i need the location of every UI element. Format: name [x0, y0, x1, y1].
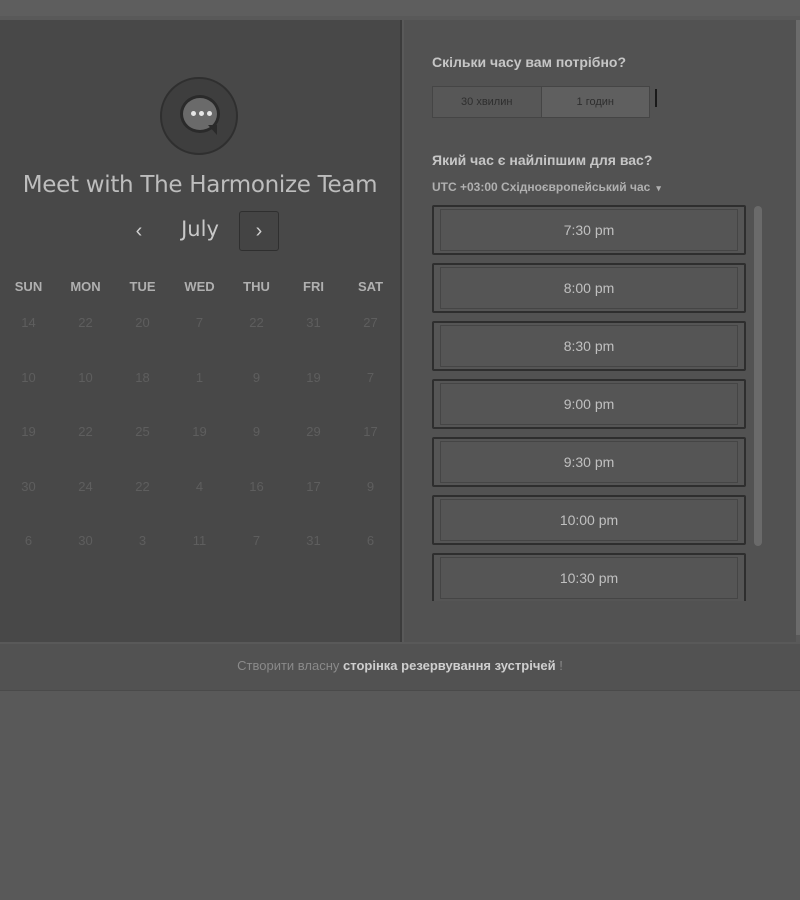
- calendar-day[interactable]: 9: [228, 370, 285, 425]
- month-label: July: [181, 217, 219, 241]
- timezone-selector[interactable]: UTC +03:00 Східноєвропейський час ▾: [432, 180, 661, 194]
- footer-suffix: !: [559, 658, 563, 673]
- time-slot-label: 7:30 pm: [563, 222, 615, 238]
- time-slot-button[interactable]: 10:30 pm: [432, 553, 746, 601]
- time-slot-list: 7:30 pm 8:00 pm 8:30 pm 9:00 pm 9:30 pm 10:00…: [432, 205, 758, 601]
- team-logo: [160, 77, 238, 155]
- calendar-day[interactable]: 6: [342, 533, 399, 588]
- footer-prefix: Створити власну: [237, 658, 340, 673]
- calendar-day[interactable]: 31: [285, 533, 342, 588]
- timezone-label: UTC +03:00 Східноєвропейський час: [432, 180, 651, 194]
- time-slot-label: 8:30 pm: [563, 338, 615, 354]
- calendar-day[interactable]: 11: [171, 533, 228, 588]
- calendar-day[interactable]: 22: [57, 315, 114, 370]
- time-question: Який час є найліпшим для вас?: [432, 152, 653, 168]
- time-slot-label: 9:00 pm: [563, 396, 615, 412]
- window-scroll-edge: [796, 20, 800, 635]
- next-month-button[interactable]: ›: [239, 211, 279, 251]
- time-slot-button[interactable]: 7:30 pm: [432, 205, 746, 255]
- calendar-day[interactable]: 19: [171, 424, 228, 479]
- time-slot-button[interactable]: 8:30 pm: [432, 321, 746, 371]
- calendar-day[interactable]: 7: [342, 370, 399, 425]
- time-slot-button[interactable]: 9:30 pm: [432, 437, 746, 487]
- calendar-day[interactable]: 22: [57, 424, 114, 479]
- calendar-day[interactable]: 6: [0, 533, 57, 588]
- calendar-day[interactable]: 29: [285, 424, 342, 479]
- calendar-day[interactable]: 16: [228, 479, 285, 534]
- text-cursor: [655, 89, 657, 107]
- calendar-day[interactable]: 7: [228, 533, 285, 588]
- calendar-day[interactable]: 9: [342, 479, 399, 534]
- slot-list-scrollbar[interactable]: [754, 206, 762, 546]
- time-slot-label: 10:00 pm: [559, 512, 619, 528]
- booking-page-link[interactable]: сторінка резервування зустрічей: [343, 658, 556, 673]
- weekday-label: SUN: [14, 279, 43, 294]
- prev-month-button[interactable]: ‹: [128, 216, 150, 246]
- calendar-day[interactable]: 18: [114, 370, 171, 425]
- calendar-day[interactable]: 17: [285, 479, 342, 534]
- calendar-day[interactable]: 10: [57, 370, 114, 425]
- calendar-day[interactable]: 4: [171, 479, 228, 534]
- calendar-day[interactable]: 31: [285, 315, 342, 370]
- calendar-day[interactable]: 20: [114, 315, 171, 370]
- calendar-day[interactable]: 24: [57, 479, 114, 534]
- calendar-day[interactable]: 3: [114, 533, 171, 588]
- time-slot-label: 8:00 pm: [563, 280, 615, 296]
- calendar-grid: 14 22 20 7 22 31 27 10 10 18 1 9 19 7 19 22 25 19 9 29 17 30 2…: [0, 315, 400, 588]
- time-slot-button[interactable]: 10:00 pm: [432, 495, 746, 545]
- duration-option-1hour[interactable]: 1 годин: [541, 87, 649, 117]
- time-slot-button[interactable]: 9:00 pm: [432, 379, 746, 429]
- calendar-day[interactable]: 1: [171, 370, 228, 425]
- page-title: Meet with The Harmonize Team: [22, 172, 378, 198]
- calendar-day[interactable]: 17: [342, 424, 399, 479]
- duration-question: Скільки часу вам потрібно?: [432, 54, 627, 70]
- calendar-day[interactable]: 30: [0, 479, 57, 534]
- calendar-day[interactable]: 14: [0, 315, 57, 370]
- calendar-day[interactable]: 27: [342, 315, 399, 370]
- top-strip: [0, 0, 800, 16]
- weekday-label: MON: [70, 279, 101, 294]
- chevron-down-icon: ▾: [656, 183, 661, 193]
- weekday-label: TUE: [129, 279, 156, 294]
- weekday-label: THU: [243, 279, 270, 294]
- calendar-day[interactable]: 30: [57, 533, 114, 588]
- duration-option-30min[interactable]: 30 хвилин: [433, 87, 542, 117]
- weekday-label: SAT: [357, 279, 384, 294]
- calendar-day[interactable]: 9: [228, 424, 285, 479]
- calendar-day[interactable]: 19: [285, 370, 342, 425]
- calendar-day[interactable]: 22: [114, 479, 171, 534]
- calendar-day[interactable]: 22: [228, 315, 285, 370]
- calendar-day[interactable]: 19: [0, 424, 57, 479]
- calendar-day[interactable]: 10: [0, 370, 57, 425]
- time-slot-button[interactable]: 8:00 pm: [432, 263, 746, 313]
- time-slot-label: 10:30 pm: [559, 570, 619, 586]
- time-slot-label: 9:30 pm: [563, 454, 615, 470]
- footer: Створити власну сторінка резервування зу…: [0, 644, 800, 691]
- calendar-day[interactable]: 25: [114, 424, 171, 479]
- weekday-header: SUN MON TUE WED THU FRI SAT: [0, 279, 400, 294]
- calendar-day[interactable]: 7: [171, 315, 228, 370]
- duration-selector: 30 хвилин 1 годин: [432, 86, 650, 118]
- weekday-label: FRI: [303, 279, 324, 294]
- weekday-label: WED: [184, 279, 215, 294]
